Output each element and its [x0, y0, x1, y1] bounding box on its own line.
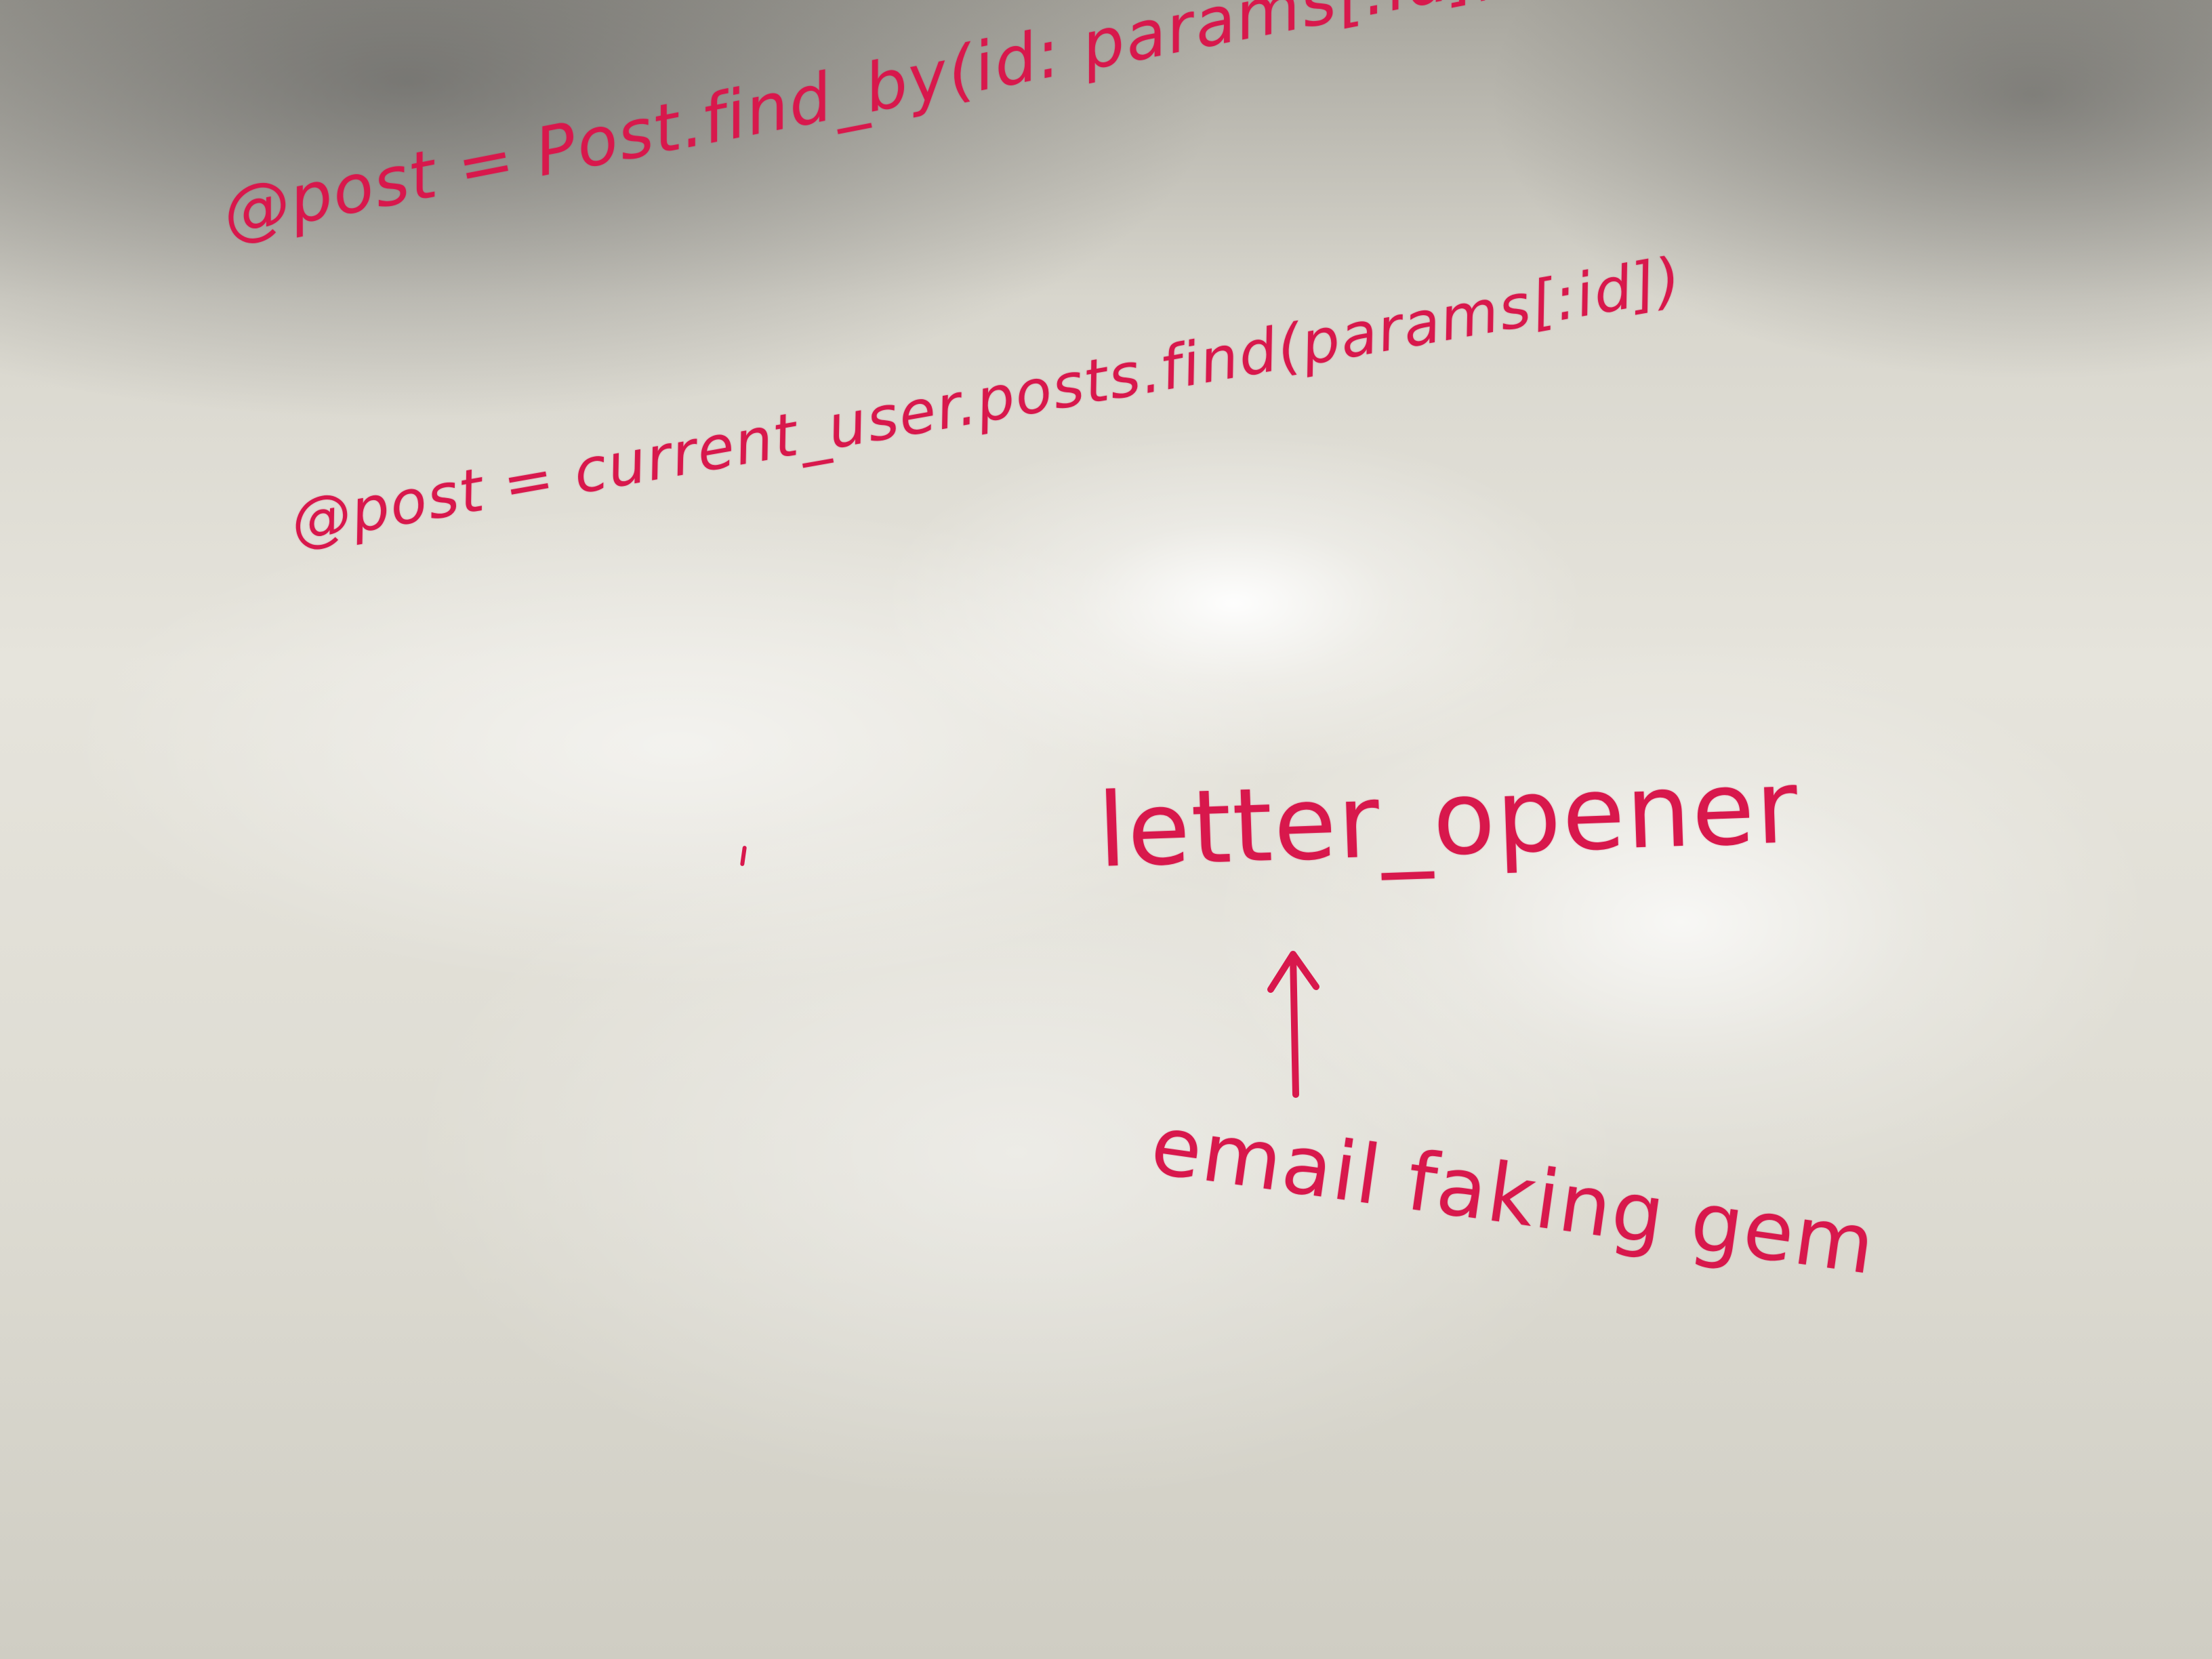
- marker-dot: [739, 845, 747, 867]
- whiteboard: @post = Post.find_by(id: params[:id], us…: [0, 0, 2212, 1659]
- gem-caption-label: email faking gem: [1145, 1098, 1882, 1294]
- gem-name-label: letter_opener: [1095, 747, 1801, 890]
- code-line-find-by: @post = Post.find_by(id: params[:id], us…: [216, 0, 2212, 253]
- code-line-posts-find: @post = current_user.posts.find(params[:…: [285, 243, 1687, 558]
- up-arrow-icon: [1267, 951, 1319, 1098]
